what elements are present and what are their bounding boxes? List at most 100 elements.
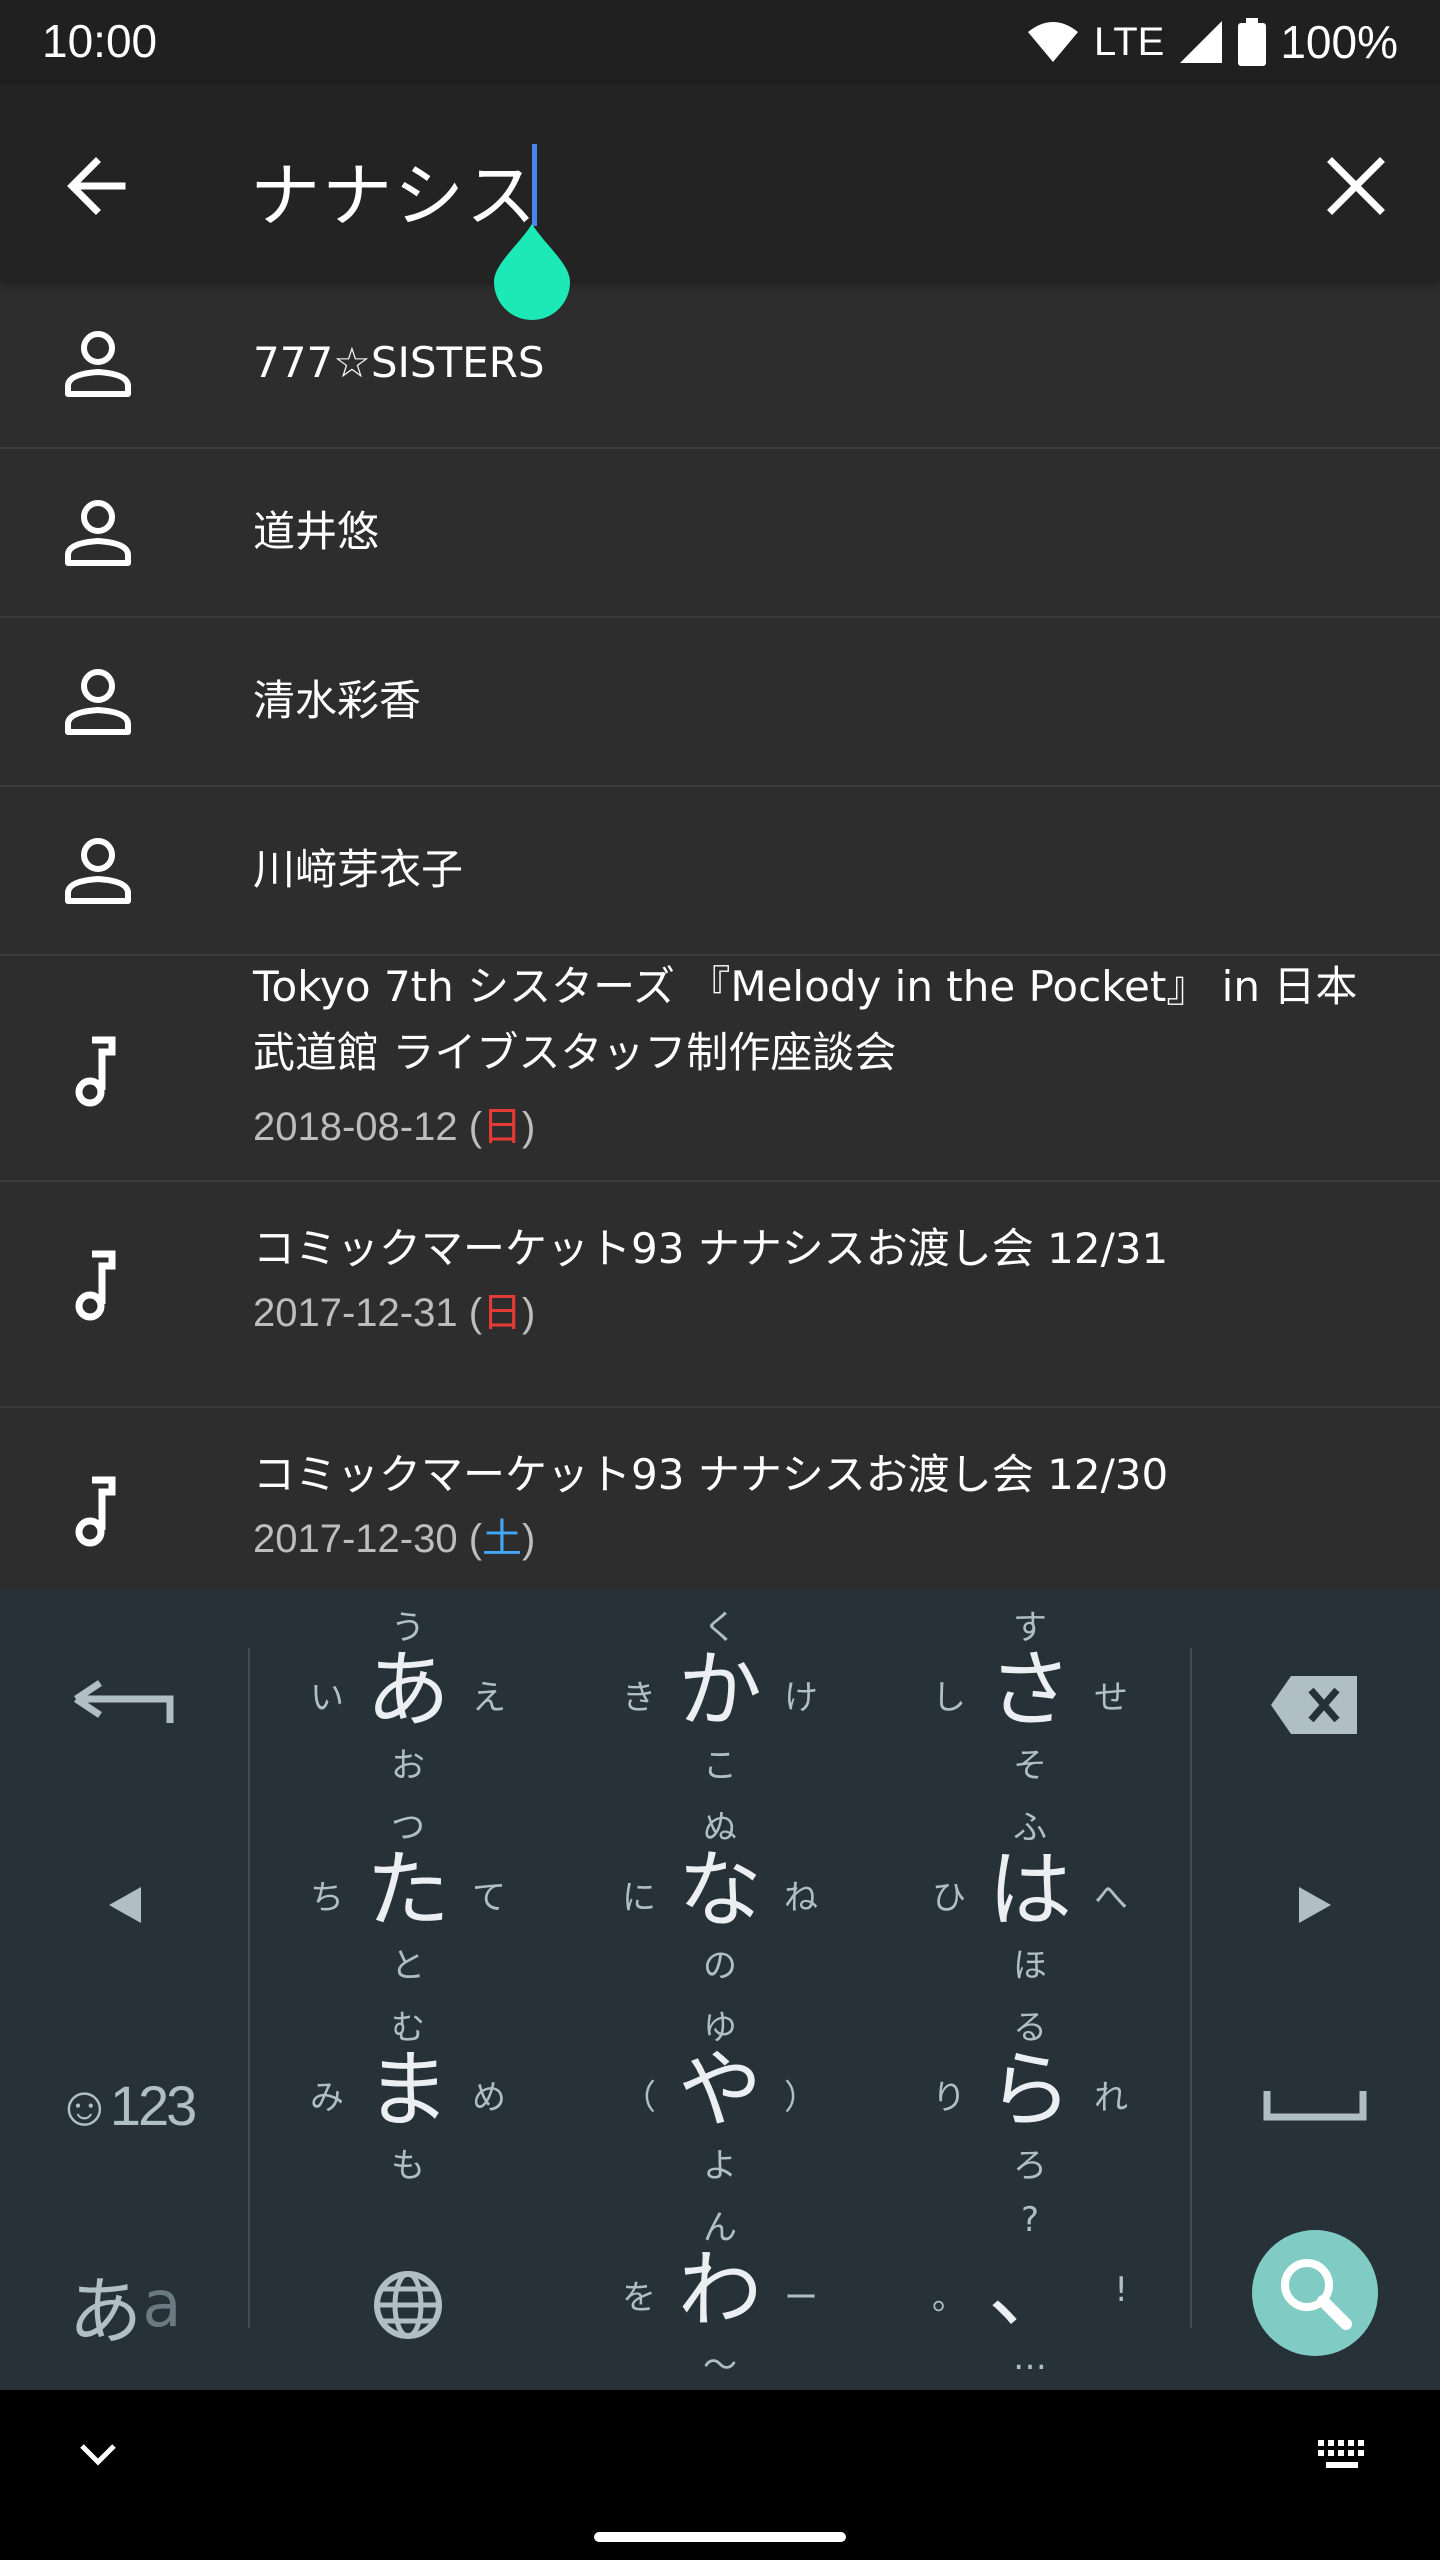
- search-bar: ナナシス: [0, 84, 1440, 320]
- list-item-event[interactable]: コミックマーケット93 ナナシスお渡し会 12/30 2017-12-30 (土…: [0, 1408, 1440, 1590]
- backspace-key[interactable]: [1230, 1640, 1400, 1770]
- key-main: あ: [365, 1641, 450, 1739]
- key-main: た: [365, 1841, 450, 1939]
- key-punctuation[interactable]: ? 。 、 ! …: [880, 2190, 1180, 2390]
- globe-icon: [374, 2271, 442, 2339]
- key-flick-right: !: [1114, 2270, 1128, 2310]
- date-paren: ): [522, 1291, 536, 1335]
- key-flick-down: の: [703, 1946, 737, 1986]
- key-na[interactable]: ぬ に な ね の: [570, 1790, 870, 1990]
- key-main: な: [677, 1841, 762, 1939]
- weekday-saturday: 土: [482, 1517, 523, 1561]
- key-flick-down: ほ: [1013, 1946, 1047, 1986]
- triangle-right-icon: [1299, 1887, 1331, 1923]
- list-item-person[interactable]: 道井悠: [0, 449, 1440, 618]
- key-main: は: [987, 1841, 1072, 1939]
- event-date: 2017-12-30 (土): [253, 1506, 535, 1564]
- list-item-person[interactable]: 川﨑芽衣子: [0, 787, 1440, 956]
- home-gesture-pill[interactable]: [594, 2532, 846, 2542]
- music-note-icon: [75, 1476, 116, 1547]
- keyboard-divider: [1190, 1648, 1192, 2328]
- key-flick-down: こ: [703, 1746, 737, 1786]
- back-arrow-icon[interactable]: [58, 146, 138, 226]
- key-flick-right: れ: [1094, 2078, 1128, 2118]
- person-icon: [65, 669, 131, 735]
- status-time: 10:00: [42, 15, 158, 67]
- key-flick-down: 〜: [703, 2346, 737, 2386]
- date-text: 2017-12-31 (: [253, 1291, 483, 1335]
- key-main: さ: [987, 1641, 1072, 1739]
- key-flick-down: お: [391, 1746, 425, 1786]
- key-main: や: [677, 2041, 762, 2139]
- signal-icon: [1180, 21, 1223, 63]
- event-title-line: Tokyo 7th シスターズ 『Melody in the Pocket』 i…: [253, 962, 1358, 1011]
- undo-key[interactable]: [40, 1640, 210, 1770]
- keyboard-switch-icon[interactable]: [1316, 2438, 1370, 2472]
- emoji-number-key[interactable]: ☺123: [40, 2040, 210, 2170]
- key-flick-down: と: [391, 1946, 425, 1986]
- status-bar: 10:00 LTE 100%: [0, 0, 1440, 84]
- person-icon: [65, 331, 131, 397]
- key-flick-down: ろ: [1013, 2146, 1047, 2186]
- key-ha[interactable]: ふ ひ は へ ほ: [880, 1790, 1180, 1990]
- key-sa[interactable]: す し さ せ そ: [880, 1590, 1180, 1790]
- list-item-event[interactable]: Tokyo 7th シスターズ 『Melody in the Pocket』 i…: [0, 956, 1440, 1182]
- language-switch-key[interactable]: [328, 2240, 488, 2370]
- key-flick-down: も: [391, 2146, 425, 2186]
- weekday-sunday: 日: [482, 1291, 523, 1335]
- text-selection-handle[interactable]: [494, 224, 570, 320]
- key-ya[interactable]: ゆ （ や ） よ: [570, 1990, 870, 2190]
- date-text: 2018-08-12 (: [253, 1105, 483, 1149]
- person-icon: [65, 838, 131, 904]
- event-date: 2017-12-31 (日): [253, 1280, 535, 1338]
- person-name: 道井悠: [253, 507, 380, 556]
- key-flick-right: け: [784, 1678, 818, 1718]
- system-navigation-bar: [0, 2390, 1440, 2560]
- key-wa[interactable]: ん を わ ー 〜: [570, 2190, 870, 2390]
- keyboard-divider: [248, 1648, 250, 2328]
- key-a[interactable]: う い あ え お: [258, 1590, 558, 1790]
- weekday-sunday: 日: [482, 1105, 523, 1149]
- text-caret: [532, 144, 537, 226]
- clear-search-icon[interactable]: [1316, 146, 1396, 226]
- battery-icon: [1238, 18, 1267, 66]
- list-item-person[interactable]: 777☆SISTERS: [0, 280, 1440, 449]
- cursor-right-key[interactable]: [1230, 1840, 1400, 1970]
- input-mode-key[interactable]: あa: [40, 2240, 210, 2370]
- list-item-event[interactable]: コミックマーケット93 ナナシスお渡し会 12/31 2017-12-31 (日…: [0, 1182, 1440, 1408]
- music-note-icon: [75, 1036, 116, 1107]
- search-icon: [1281, 2259, 1352, 2330]
- key-ka[interactable]: く き か け こ: [570, 1590, 870, 1790]
- mode-alpha-label: a: [142, 2268, 182, 2342]
- key-flick-right: へ: [1094, 1878, 1128, 1918]
- key-flick-down: よ: [703, 2146, 737, 2186]
- hide-keyboard-chevron-icon[interactable]: [76, 2440, 120, 2470]
- key-ra[interactable]: る り ら れ ろ: [880, 1990, 1180, 2190]
- event-title: Tokyo 7th シスターズ 『Melody in the Pocket』 i…: [253, 954, 1383, 1086]
- event-title: コミックマーケット93 ナナシスお渡し会 12/31: [253, 1224, 1169, 1273]
- date-paren: ): [522, 1105, 536, 1149]
- network-type: LTE: [1093, 19, 1165, 64]
- cursor-left-key[interactable]: [40, 1840, 210, 1970]
- key-flick-right: め: [472, 2078, 506, 2118]
- key-ta[interactable]: つ ち た て と: [258, 1790, 558, 1990]
- key-main: ら: [987, 2041, 1072, 2139]
- person-name: 川﨑芽衣子: [253, 845, 464, 894]
- key-main: か: [677, 1641, 762, 1739]
- event-date: 2018-08-12 (日): [253, 1094, 535, 1152]
- key-ma[interactable]: む み ま め も: [258, 1990, 558, 2190]
- battery-percent: 100%: [1280, 16, 1398, 68]
- key-flick-up: ?: [1020, 2200, 1040, 2240]
- flick-keyboard: ☺123 あa う い あ え お く き か け こ す し さ せ そ つ …: [0, 1590, 1440, 2390]
- space-key[interactable]: [1230, 2040, 1400, 2170]
- undo-arrow-icon: [74, 1680, 174, 1723]
- space-bar-icon: [1263, 2091, 1367, 2121]
- key-flick-down: そ: [1013, 1746, 1047, 1786]
- list-item-person[interactable]: 清水彩香: [0, 618, 1440, 787]
- search-results-list: 777☆SISTERS 道井悠 清水彩香 川﨑芽衣子 Tokyo 7th シスタ…: [0, 280, 1440, 1590]
- key-flick-right: ）: [784, 2078, 818, 2118]
- key-main: わ: [677, 2241, 762, 2339]
- triangle-left-icon: [109, 1887, 141, 1923]
- status-icons: LTE 100%: [1026, 14, 1398, 70]
- search-enter-key[interactable]: [1252, 2230, 1378, 2356]
